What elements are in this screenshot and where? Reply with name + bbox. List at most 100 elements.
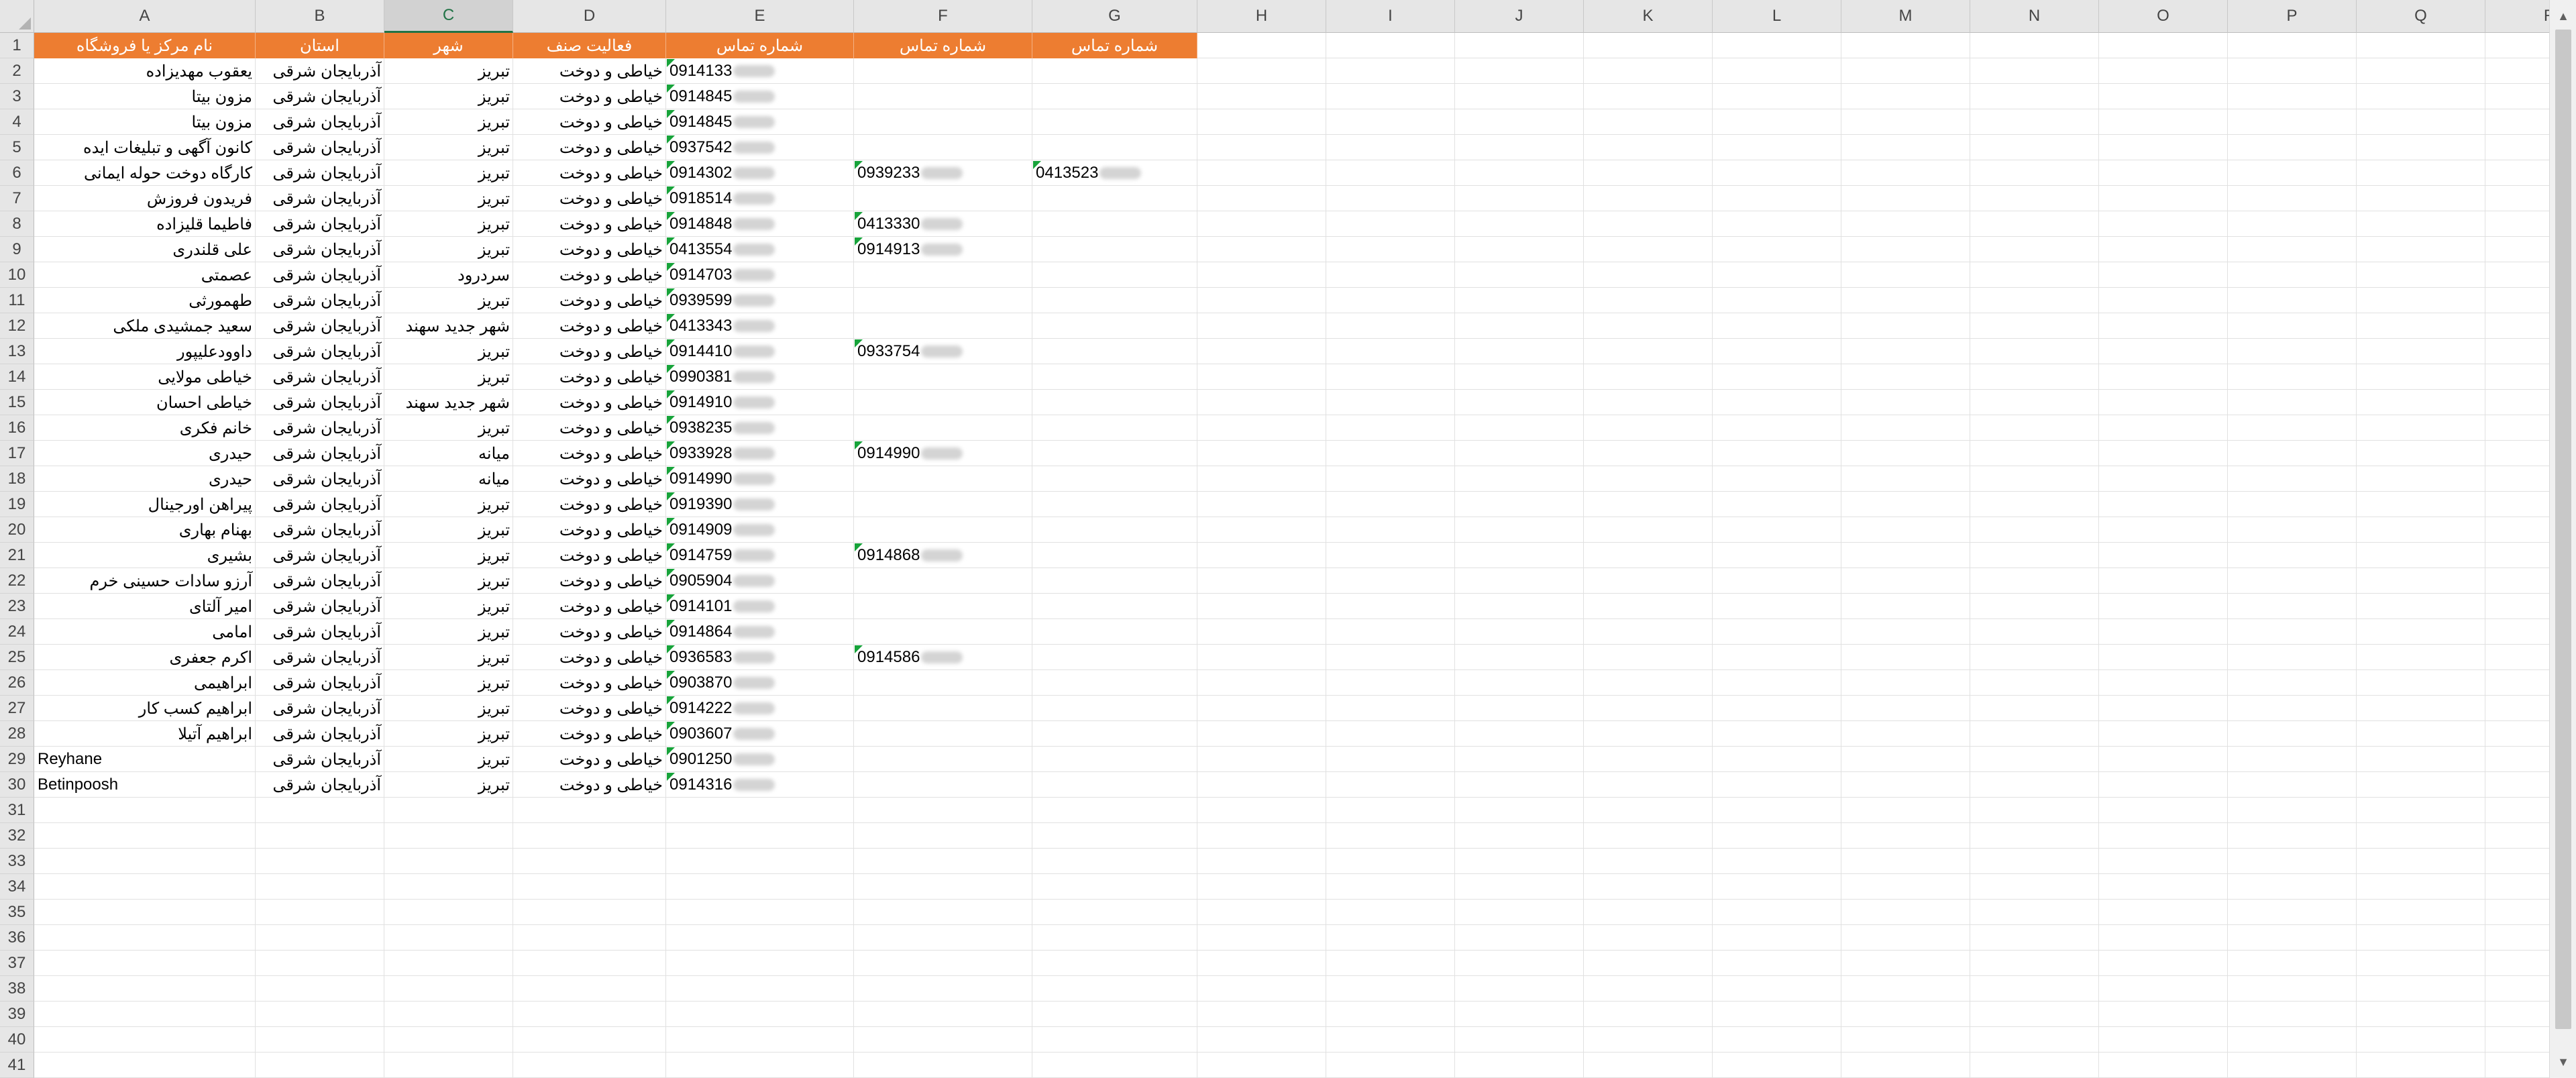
header-cell[interactable]: نام مرکز یا فروشگاه (34, 33, 256, 58)
row-header[interactable]: 33 (0, 849, 34, 874)
activity-cell[interactable]: خیاطی و دوخت (513, 339, 666, 364)
row-header[interactable]: 27 (0, 696, 34, 721)
province-cell[interactable]: آذربایجان شرقی (256, 517, 384, 543)
activity-cell[interactable]: خیاطی و دوخت (513, 415, 666, 441)
city-cell[interactable]: تبریز (384, 237, 513, 262)
header-cell[interactable]: فعالیت صنف (513, 33, 666, 58)
phone-cell[interactable]: 0939599 (666, 288, 854, 313)
column-header-q[interactable]: Q (2357, 0, 2485, 33)
province-cell[interactable]: آذربایجان شرقی (256, 441, 384, 466)
row-header[interactable]: 36 (0, 925, 34, 951)
province-cell[interactable]: آذربایجان شرقی (256, 84, 384, 109)
phone-cell[interactable]: 0937542 (666, 135, 854, 160)
activity-cell[interactable]: خیاطی و دوخت (513, 288, 666, 313)
row-header[interactable]: 8 (0, 211, 34, 237)
activity-cell[interactable]: خیاطی و دوخت (513, 84, 666, 109)
row-header[interactable]: 6 (0, 160, 34, 186)
activity-cell[interactable]: خیاطی و دوخت (513, 747, 666, 772)
phone-cell[interactable]: 0936583 (666, 645, 854, 670)
province-cell[interactable]: آذربایجان شرقی (256, 339, 384, 364)
phone-cell[interactable]: 0914586 (854, 645, 1032, 670)
row-header[interactable]: 24 (0, 619, 34, 645)
phone-cell[interactable]: 0914990 (666, 466, 854, 492)
store-name-cell[interactable]: ابراهیم آتیلا (34, 721, 256, 747)
phone-cell[interactable]: 0914864 (666, 619, 854, 645)
phone-cell[interactable]: 0938235 (666, 415, 854, 441)
city-cell[interactable]: تبریز (384, 339, 513, 364)
city-cell[interactable]: تبریز (384, 160, 513, 186)
province-cell[interactable]: آذربایجان شرقی (256, 415, 384, 441)
city-cell[interactable]: تبریز (384, 109, 513, 135)
store-name-cell[interactable]: آرزو سادات حسینی خرم (34, 568, 256, 594)
store-name-cell[interactable]: خیاطی احسان (34, 390, 256, 415)
row-header[interactable]: 29 (0, 747, 34, 772)
row-header[interactable]: 41 (0, 1053, 34, 1078)
column-header-p[interactable]: P (2228, 0, 2357, 33)
activity-cell[interactable]: خیاطی و دوخت (513, 619, 666, 645)
city-cell[interactable]: تبریز (384, 619, 513, 645)
city-cell[interactable]: تبریز (384, 58, 513, 84)
store-name-cell[interactable]: Betinpoosh (34, 772, 256, 798)
province-cell[interactable]: آذربایجان شرقی (256, 313, 384, 339)
scroll-down-icon[interactable]: ▼ (2553, 1051, 2574, 1073)
province-cell[interactable]: آذربایجان شرقی (256, 160, 384, 186)
province-cell[interactable]: آذربایجان شرقی (256, 58, 384, 84)
phone-cell[interactable]: 0914302 (666, 160, 854, 186)
store-name-cell[interactable]: Reyhane (34, 747, 256, 772)
phone-cell[interactable]: 0933754 (854, 339, 1032, 364)
phone-cell[interactable]: 0919390 (666, 492, 854, 517)
select-all-corner[interactable] (0, 0, 34, 33)
phone-cell[interactable]: 0939233 (854, 160, 1032, 186)
phone-cell[interactable]: 0914316 (666, 772, 854, 798)
city-cell[interactable]: تبریز (384, 186, 513, 211)
row-header[interactable]: 3 (0, 84, 34, 109)
activity-cell[interactable]: خیاطی و دوخت (513, 390, 666, 415)
row-header[interactable]: 40 (0, 1027, 34, 1053)
city-cell[interactable]: تبریز (384, 670, 513, 696)
row-header[interactable]: 39 (0, 1002, 34, 1027)
city-cell[interactable]: تبریز (384, 772, 513, 798)
header-cell[interactable]: شماره تماس (854, 33, 1032, 58)
province-cell[interactable]: آذربایجان شرقی (256, 211, 384, 237)
store-name-cell[interactable]: اکرم جعفری (34, 645, 256, 670)
activity-cell[interactable]: خیاطی و دوخت (513, 364, 666, 390)
store-name-cell[interactable]: ابراهیم کسب کار (34, 696, 256, 721)
province-cell[interactable]: آذربایجان شرقی (256, 262, 384, 288)
store-name-cell[interactable]: سعید جمشیدی ملکی (34, 313, 256, 339)
province-cell[interactable]: آذربایجان شرقی (256, 288, 384, 313)
column-header-e[interactable]: E (666, 0, 854, 33)
activity-cell[interactable]: خیاطی و دوخت (513, 492, 666, 517)
city-cell[interactable]: تبریز (384, 568, 513, 594)
activity-cell[interactable]: خیاطی و دوخت (513, 670, 666, 696)
phone-cell[interactable]: 0933928 (666, 441, 854, 466)
phone-cell[interactable]: 0914848 (666, 211, 854, 237)
phone-cell[interactable]: 0914759 (666, 543, 854, 568)
phone-cell[interactable]: 0914913 (854, 237, 1032, 262)
row-header[interactable]: 30 (0, 772, 34, 798)
store-name-cell[interactable]: فریدون فروزش (34, 186, 256, 211)
city-cell[interactable]: تبریز (384, 211, 513, 237)
province-cell[interactable]: آذربایجان شرقی (256, 772, 384, 798)
activity-cell[interactable]: خیاطی و دوخت (513, 517, 666, 543)
row-header[interactable]: 10 (0, 262, 34, 288)
store-name-cell[interactable]: ابراهیمی (34, 670, 256, 696)
city-cell[interactable]: تبریز (384, 696, 513, 721)
city-cell[interactable]: تبریز (384, 594, 513, 619)
province-cell[interactable]: آذربایجان شرقی (256, 670, 384, 696)
province-cell[interactable]: آذربایجان شرقی (256, 237, 384, 262)
scroll-thumb[interactable] (2555, 30, 2571, 1029)
activity-cell[interactable]: خیاطی و دوخت (513, 262, 666, 288)
province-cell[interactable]: آذربایجان شرقی (256, 543, 384, 568)
spreadsheet-grid[interactable]: ABCDEFGHIJKLMNOPQR 123456789101112131415… (0, 0, 2549, 1078)
row-header[interactable]: 28 (0, 721, 34, 747)
row-header[interactable]: 15 (0, 390, 34, 415)
header-cell[interactable]: استان (256, 33, 384, 58)
phone-cell[interactable]: 0901250 (666, 747, 854, 772)
column-header-d[interactable]: D (513, 0, 666, 33)
header-cell[interactable]: شماره تماس (666, 33, 854, 58)
activity-cell[interactable]: خیاطی و دوخت (513, 160, 666, 186)
column-header-a[interactable]: A (34, 0, 256, 33)
city-cell[interactable]: تبریز (384, 721, 513, 747)
activity-cell[interactable]: خیاطی و دوخت (513, 645, 666, 670)
city-cell[interactable]: تبریز (384, 492, 513, 517)
